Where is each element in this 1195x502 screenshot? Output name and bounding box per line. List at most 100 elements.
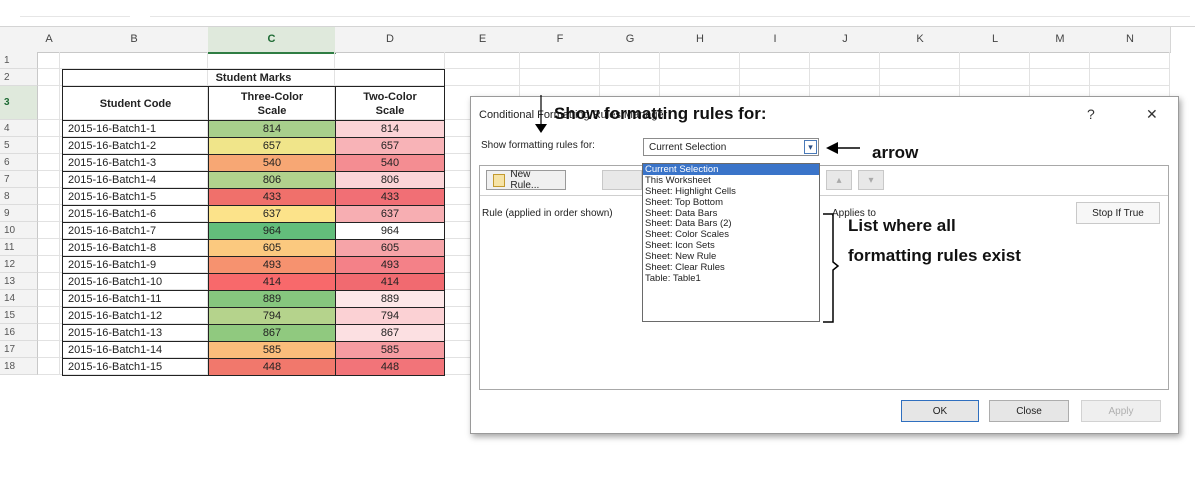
student-code-cell[interactable]: 2015-16-Batch1-10 <box>62 273 209 291</box>
row-header-14[interactable]: 14 <box>0 290 38 307</box>
column-header-j[interactable]: J <box>810 27 881 53</box>
grid-cell[interactable] <box>810 52 880 69</box>
move-up-button[interactable]: ▴ <box>826 170 852 190</box>
grid-cell[interactable] <box>38 324 60 341</box>
column-header-d[interactable]: D <box>335 27 446 53</box>
student-code-cell[interactable]: 2015-16-Batch1-11 <box>62 290 209 308</box>
three-color-cell[interactable]: 657 <box>208 137 336 155</box>
list-option[interactable]: Sheet: Highlight Cells <box>643 186 819 197</box>
student-code-cell[interactable]: 2015-16-Batch1-8 <box>62 239 209 257</box>
two-color-cell[interactable]: 448 <box>335 358 445 376</box>
three-color-cell[interactable]: 806 <box>208 171 336 189</box>
row-header-10[interactable]: 10 <box>0 222 38 239</box>
three-color-cell[interactable]: 794 <box>208 307 336 325</box>
row-header-15[interactable]: 15 <box>0 307 38 324</box>
column-header-c[interactable]: C <box>208 27 336 54</box>
column-header-h[interactable]: H <box>660 27 741 53</box>
move-down-button[interactable]: ▾ <box>858 170 884 190</box>
row-header-13[interactable]: 13 <box>0 273 38 290</box>
list-option[interactable]: Sheet: Top Bottom <box>643 197 819 208</box>
help-icon[interactable]: ? <box>1087 106 1095 122</box>
three-color-cell[interactable]: 448 <box>208 358 336 376</box>
three-color-cell[interactable]: 585 <box>208 341 336 359</box>
two-color-cell[interactable]: 964 <box>335 222 445 240</box>
three-color-cell[interactable]: 414 <box>208 273 336 291</box>
student-code-cell[interactable]: 2015-16-Batch1-14 <box>62 341 209 359</box>
grid-cell[interactable] <box>38 290 60 307</box>
grid-cell[interactable] <box>740 52 810 69</box>
column-header-e[interactable]: E <box>445 27 521 53</box>
chevron-down-icon[interactable]: ▾ <box>804 140 817 154</box>
grid-cell[interactable] <box>38 205 60 222</box>
grid-cell[interactable] <box>1090 69 1170 86</box>
grid-cell[interactable] <box>660 52 740 69</box>
grid-cell[interactable] <box>880 69 960 86</box>
grid-cell[interactable] <box>60 52 208 69</box>
row-header-17[interactable]: 17 <box>0 341 38 358</box>
row-header-16[interactable]: 16 <box>0 324 38 341</box>
grid-cell[interactable] <box>960 69 1030 86</box>
row-header-2[interactable]: 2 <box>0 69 38 86</box>
three-color-cell[interactable]: 540 <box>208 154 336 172</box>
grid-cell[interactable] <box>38 69 60 86</box>
student-code-cell[interactable]: 2015-16-Batch1-6 <box>62 205 209 223</box>
row-header-1[interactable]: 1 <box>0 52 38 69</box>
column-header-i[interactable]: I <box>740 27 811 53</box>
grid-cell[interactable] <box>38 256 60 273</box>
two-color-cell[interactable]: 814 <box>335 120 445 138</box>
ok-button[interactable]: OK <box>901 400 979 422</box>
two-color-cell[interactable]: 540 <box>335 154 445 172</box>
grid-cell[interactable] <box>660 69 740 86</box>
list-option[interactable]: This Worksheet <box>643 175 819 186</box>
two-color-cell[interactable]: 657 <box>335 137 445 155</box>
column-header-a[interactable]: A <box>38 27 61 53</box>
three-color-cell[interactable]: 889 <box>208 290 336 308</box>
row-header-6[interactable]: 6 <box>0 154 38 171</box>
row-header-4[interactable]: 4 <box>0 120 38 137</box>
two-color-cell[interactable]: 433 <box>335 188 445 206</box>
list-option[interactable]: Sheet: Data Bars (2) <box>643 218 819 230</box>
grid-cell[interactable] <box>960 52 1030 69</box>
student-code-cell[interactable]: 2015-16-Batch1-5 <box>62 188 209 206</box>
three-color-cell[interactable]: 433 <box>208 188 336 206</box>
grid-cell[interactable] <box>1090 52 1170 69</box>
column-header-f[interactable]: F <box>520 27 601 53</box>
grid-cell[interactable] <box>38 273 60 290</box>
edit-rule-button[interactable] <box>602 170 642 190</box>
new-rule-button[interactable]: New Rule... <box>486 169 566 191</box>
student-code-cell[interactable]: 2015-16-Batch1-9 <box>62 256 209 274</box>
column-header-n[interactable]: N <box>1090 27 1171 53</box>
two-color-cell[interactable]: 889 <box>335 290 445 308</box>
two-color-cell[interactable]: 867 <box>335 324 445 342</box>
student-code-cell[interactable]: 2015-16-Batch1-3 <box>62 154 209 172</box>
grid-cell[interactable] <box>38 120 60 137</box>
grid-cell[interactable] <box>810 69 880 86</box>
row-header-9[interactable]: 9 <box>0 205 38 222</box>
three-color-cell[interactable]: 605 <box>208 239 336 257</box>
column-header-k[interactable]: K <box>880 27 961 53</box>
grid-cell[interactable] <box>38 222 60 239</box>
grid-cell[interactable] <box>880 52 960 69</box>
grid-cell[interactable] <box>38 307 60 324</box>
grid-cell[interactable] <box>520 69 600 86</box>
list-option[interactable]: Current Selection <box>643 164 819 175</box>
grid-cell[interactable] <box>38 52 60 69</box>
column-header-l[interactable]: L <box>960 27 1031 53</box>
two-color-cell[interactable]: 414 <box>335 273 445 291</box>
three-color-cell[interactable]: 964 <box>208 222 336 240</box>
two-color-cell[interactable]: 585 <box>335 341 445 359</box>
three-color-cell[interactable]: 637 <box>208 205 336 223</box>
grid-cell[interactable] <box>38 239 60 256</box>
grid-cell[interactable] <box>38 137 60 154</box>
grid-cell[interactable] <box>38 341 60 358</box>
row-header-3[interactable]: 3 <box>0 86 38 120</box>
row-header-12[interactable]: 12 <box>0 256 38 273</box>
select-all-corner[interactable] <box>0 27 39 53</box>
close-button[interactable]: Close <box>989 400 1069 422</box>
student-code-cell[interactable]: 2015-16-Batch1-4 <box>62 171 209 189</box>
row-header-11[interactable]: 11 <box>0 239 38 256</box>
grid-cell[interactable] <box>445 52 520 69</box>
grid-cell[interactable] <box>38 188 60 205</box>
student-code-cell[interactable]: 2015-16-Batch1-7 <box>62 222 209 240</box>
grid-cell[interactable] <box>520 52 600 69</box>
